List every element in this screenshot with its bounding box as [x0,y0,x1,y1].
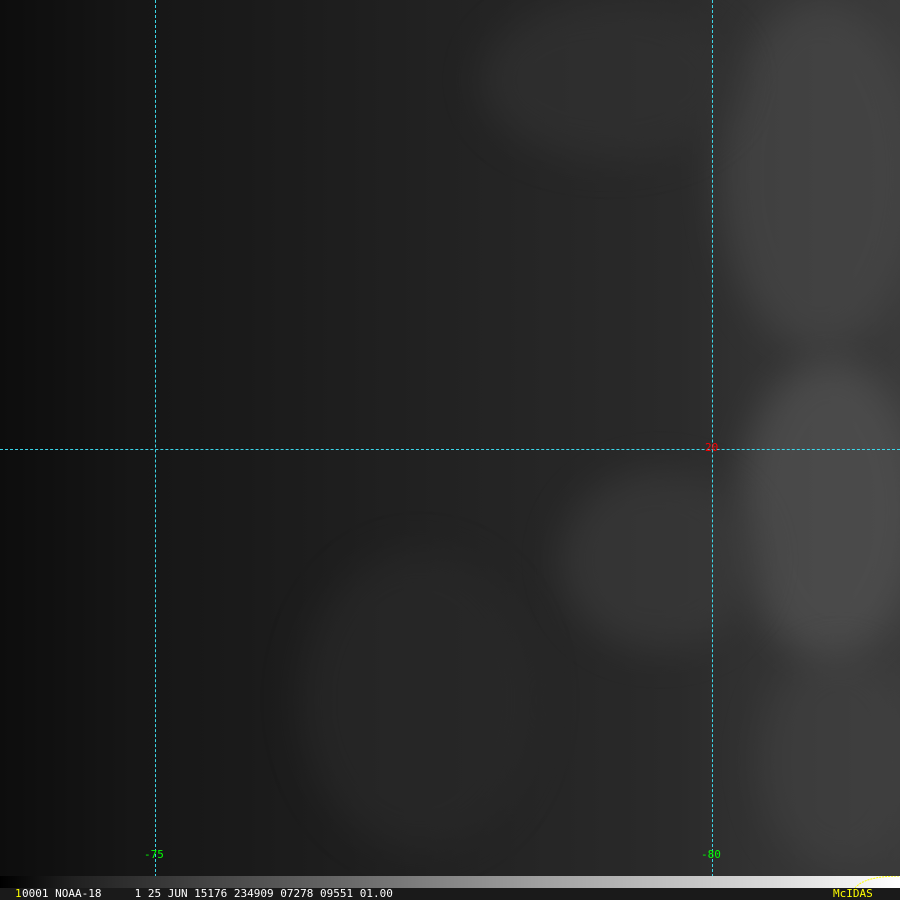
cloud-region [740,360,900,660]
cloud-region [760,650,900,870]
longitude-line-75 [155,0,156,882]
longitude-label: -75 [144,848,164,861]
brand-label: McIDAS [833,887,873,900]
latitude-label: 20 [705,441,719,454]
cloud-region [480,0,740,160]
image-info: 0001 NOAA-18 1 25 JUN 15176 234909 07278… [22,887,393,900]
cloud-region [720,0,900,350]
status-bar: 1 0001 NOAA-18 1 25 JUN 15176 234909 072… [0,887,900,900]
cloud-region [560,470,760,650]
cloud-region [300,550,540,850]
satellite-image: -75 -80 20 1 0001 NOAA-18 1 25 JUN 15176… [0,0,900,900]
frame-number: 1 [15,887,22,900]
latitude-line-20 [0,449,900,450]
longitude-label: -80 [701,848,721,861]
